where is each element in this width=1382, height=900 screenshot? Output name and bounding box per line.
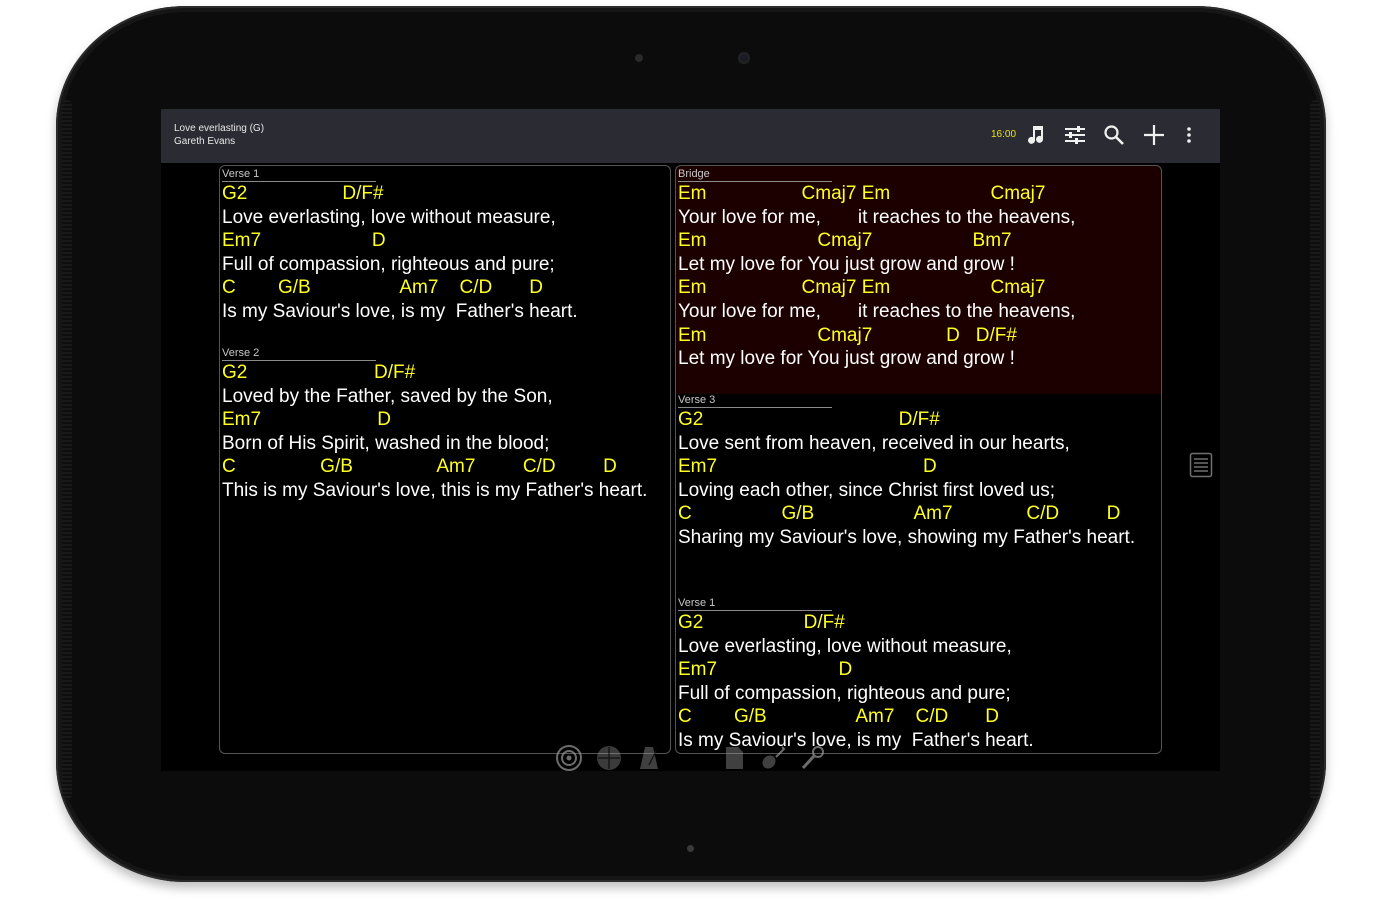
front-camera bbox=[738, 52, 750, 64]
section-label: Verse 2 bbox=[222, 346, 376, 361]
section-bridge[interactable]: Bridge Em Cmaj7 Em Cmaj7 Your love for m… bbox=[678, 167, 1075, 371]
chord-line: Em7 D bbox=[222, 409, 391, 431]
chord-line: Em Cmaj7 D D/F# bbox=[678, 324, 1017, 346]
section-label: Bridge bbox=[678, 167, 832, 182]
chord-line: G2 D/F# bbox=[678, 409, 940, 430]
section-label: Verse 1 bbox=[222, 167, 376, 182]
lyric-line: Is my Saviour's love, is my Father's hea… bbox=[222, 300, 578, 322]
guitar-icon[interactable] bbox=[758, 743, 788, 771]
lyric-line: Loving each other, since Christ first lo… bbox=[678, 479, 1056, 501]
chord-line: Em7 D bbox=[678, 659, 853, 681]
right-speaker-grille bbox=[1310, 100, 1320, 800]
chord-line: Em Cmaj7 Em Cmaj7 bbox=[678, 277, 1046, 299]
lyric-line: Love everlasting, love without measure, bbox=[222, 206, 556, 228]
section-verse-1-repeat[interactable]: Verse 1 G2 D/F# Love everlasting, love w… bbox=[678, 596, 1034, 753]
lyric-line: Let my love for You just grow and grow ! bbox=[678, 348, 1015, 370]
list-icon[interactable] bbox=[1189, 452, 1213, 478]
section-label: Verse 1 bbox=[678, 596, 832, 611]
sliders-icon[interactable] bbox=[1063, 123, 1087, 149]
lyric-line: Born of His Spirit, washed in the blood; bbox=[222, 432, 550, 454]
lyric-line: Your love for me, it reaches to the heav… bbox=[678, 206, 1076, 228]
lyric-line: Full of compassion, righteous and pure; bbox=[678, 682, 1011, 704]
lyric-line: Love everlasting, love without measure, bbox=[678, 635, 1012, 657]
chord-line: G2 D/F# bbox=[222, 362, 416, 383]
chord-line: Em7 D bbox=[678, 456, 937, 478]
light-sensor bbox=[635, 54, 643, 62]
chord-line: C G/B Am7 C/D D bbox=[222, 277, 543, 299]
lyric-line: Your love for me, it reaches to the heav… bbox=[678, 300, 1076, 322]
chord-line: C G/B Am7 C/D D bbox=[678, 706, 999, 728]
lyric-line: This is my Saviour's love, this is my Fa… bbox=[222, 479, 648, 501]
chord-line: G2 D/F# bbox=[678, 612, 845, 633]
chord-line: Em Cmaj7 Bm7 bbox=[678, 230, 1012, 252]
chord-line: Em7 D bbox=[222, 230, 386, 252]
lyric-line: Sharing my Saviour's love, showing my Fa… bbox=[678, 526, 1136, 548]
section-verse-1[interactable]: Verse 1 G2 D/F# Love everlasting, love w… bbox=[222, 167, 578, 324]
app-screen: Love everlasting (G) Gareth Evans 16:00 … bbox=[161, 109, 1220, 771]
chord-line: C G/B Am7 C/D D bbox=[222, 456, 617, 478]
plus-icon[interactable] bbox=[1142, 123, 1166, 149]
overflow-menu-icon[interactable] bbox=[1177, 123, 1201, 149]
section-label: Verse 3 bbox=[678, 393, 832, 408]
notification-led bbox=[687, 845, 694, 852]
song-title: Love everlasting (G) bbox=[174, 123, 265, 134]
microphone-icon[interactable] bbox=[798, 743, 828, 771]
left-speaker-grille bbox=[62, 100, 72, 800]
timer-display[interactable]: 16:00 bbox=[991, 129, 1016, 140]
song-author: Gareth Evans bbox=[174, 136, 236, 147]
clock-icon[interactable] bbox=[594, 743, 624, 771]
top-toolbar: Love everlasting (G) Gareth Evans 16:00 bbox=[161, 109, 1220, 163]
metronome-icon[interactable] bbox=[634, 743, 664, 771]
chord-line: G2 D/F# bbox=[222, 183, 384, 204]
section-verse-2[interactable]: Verse 2 G2 D/F# Loved by the Father, sav… bbox=[222, 346, 647, 503]
lyric-line: Love sent from heaven, received in our h… bbox=[678, 432, 1070, 454]
section-verse-3[interactable]: Verse 3 G2 D/F# Love sent from heaven, r… bbox=[678, 393, 1135, 550]
lyric-line: Let my love for You just grow and grow ! bbox=[678, 253, 1015, 275]
chord-line: C G/B Am7 C/D D bbox=[678, 503, 1121, 525]
music-note-icon[interactable] bbox=[1024, 123, 1048, 149]
speaker-icon[interactable] bbox=[554, 743, 584, 771]
lyric-line: Loved by the Father, saved by the Son, bbox=[222, 385, 553, 407]
lyric-line: Full of compassion, righteous and pure; bbox=[222, 253, 555, 275]
note-icon[interactable] bbox=[719, 743, 749, 771]
search-icon[interactable] bbox=[1102, 123, 1126, 149]
chord-line: Em Cmaj7 Em Cmaj7 bbox=[678, 183, 1046, 204]
